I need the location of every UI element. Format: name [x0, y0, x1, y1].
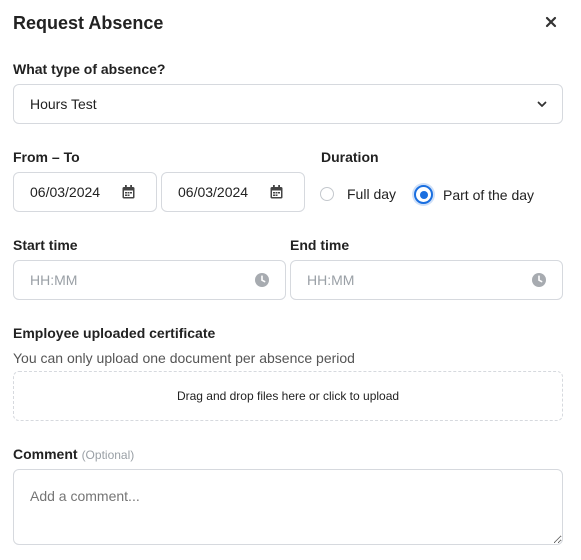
- comment-textarea[interactable]: [13, 469, 563, 545]
- dates-label: From – To: [13, 149, 80, 165]
- radio-part-of-day[interactable]: Part of the day: [412, 183, 534, 206]
- certificate-helper-text: You can only upload one document per abs…: [13, 350, 355, 366]
- from-date-input[interactable]: 06/03/2024: [13, 172, 157, 212]
- comment-label-row: Comment (Optional): [13, 446, 134, 462]
- absence-type-value: Hours Test: [30, 96, 97, 112]
- chevron-down-icon: [535, 97, 549, 111]
- calendar-icon[interactable]: [269, 185, 283, 199]
- end-time-label: End time: [290, 237, 350, 253]
- clock-icon: [532, 273, 546, 287]
- start-time-placeholder: HH:MM: [30, 272, 78, 288]
- from-date-value: 06/03/2024: [30, 184, 101, 200]
- start-time-label: Start time: [13, 237, 78, 253]
- close-icon: [545, 15, 557, 33]
- dropzone-text: Drag and drop files here or click to upl…: [176, 389, 400, 403]
- to-date-value: 06/03/2024: [178, 184, 249, 200]
- end-time-placeholder: HH:MM: [307, 272, 355, 288]
- end-time-input[interactable]: HH:MM: [290, 260, 563, 300]
- radio-full-day-label: Full day: [347, 186, 397, 202]
- dialog-title: Request Absence: [13, 13, 164, 33]
- duration-label: Duration: [321, 149, 379, 165]
- to-date-input[interactable]: 06/03/2024: [161, 172, 305, 212]
- clock-icon: [255, 273, 269, 287]
- radio-full-day[interactable]: Full day: [320, 186, 396, 202]
- file-dropzone[interactable]: Drag and drop files here or click to upl…: [13, 371, 563, 421]
- absence-type-select[interactable]: Hours Test: [13, 84, 563, 124]
- radio-part-of-day-label: Part of the day: [443, 186, 535, 203]
- start-time-input[interactable]: HH:MM: [13, 260, 286, 300]
- calendar-icon[interactable]: [121, 185, 135, 199]
- certificate-label: Employee uploaded certificate: [13, 325, 216, 341]
- close-button[interactable]: [541, 14, 561, 34]
- absence-type-label: What type of absence?: [13, 61, 166, 77]
- radio-checked-icon: [412, 183, 435, 206]
- radio-unchecked-icon: [320, 187, 334, 201]
- comment-label: Comment: [13, 446, 78, 462]
- comment-optional-tag: (Optional): [81, 448, 135, 462]
